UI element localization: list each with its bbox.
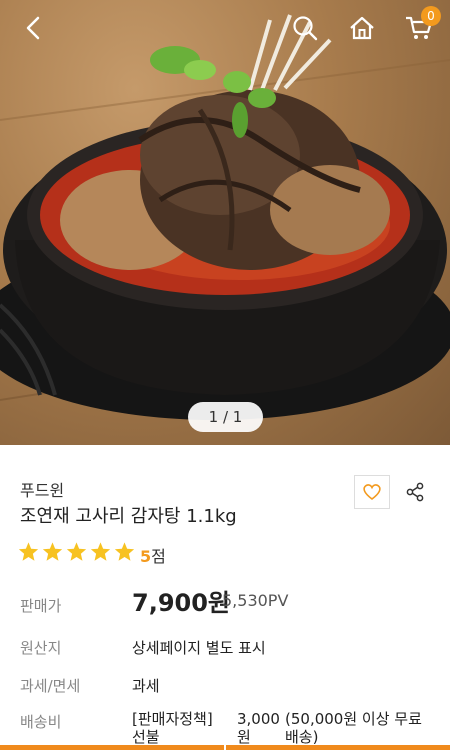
food-photo bbox=[0, 14, 450, 420]
wishlist-button[interactable] bbox=[354, 475, 390, 509]
bottom-action-bar[interactable] bbox=[0, 745, 450, 750]
shipping-label: 배송비 bbox=[20, 713, 62, 731]
origin-value: 상세페이지 별도 표시 bbox=[132, 639, 266, 657]
bottom-bar-left[interactable] bbox=[0, 745, 224, 750]
shipping-note: (50,000원 이상 무료배송) bbox=[285, 710, 422, 746]
rating-score-number: 5 bbox=[140, 547, 152, 566]
top-bar: 0 bbox=[0, 0, 450, 60]
product-name: 조연재 고사리 감자탕 1.1kg bbox=[20, 506, 237, 527]
origin-label: 원산지 bbox=[20, 639, 62, 657]
search-icon bbox=[293, 16, 318, 41]
product-info: 푸드윈 조연재 고사리 감자탕 1.1kg 5점 판매가 7,900원 5,53… bbox=[0, 445, 450, 750]
shipping-policy: [판매자정책] 선불 bbox=[132, 710, 213, 746]
rating-stars bbox=[18, 541, 135, 562]
home-button[interactable] bbox=[344, 10, 380, 46]
share-button[interactable] bbox=[402, 479, 428, 505]
star-icon bbox=[66, 542, 87, 561]
shipping-fee: 3,000원 bbox=[237, 710, 280, 746]
star-icon bbox=[18, 542, 39, 561]
star-icon bbox=[114, 542, 135, 561]
bottom-bar-right[interactable] bbox=[226, 745, 450, 750]
price-label: 판매가 bbox=[20, 597, 62, 615]
rating-score: 5점 bbox=[140, 543, 166, 567]
pv-value: 5,530PV bbox=[222, 591, 289, 610]
star-icon bbox=[42, 542, 63, 561]
star-icon bbox=[90, 542, 111, 561]
chevron-left-icon bbox=[26, 16, 40, 40]
home-icon bbox=[350, 16, 374, 40]
price-value: 7,900원 bbox=[132, 589, 230, 617]
share-icon bbox=[406, 482, 424, 502]
tax-value: 과세 bbox=[132, 677, 160, 695]
heart-icon bbox=[363, 484, 381, 501]
back-button[interactable] bbox=[16, 10, 52, 46]
tax-label: 과세/면세 bbox=[20, 677, 81, 695]
rating-score-unit: 점 bbox=[151, 547, 166, 566]
cart-button[interactable]: 0 bbox=[401, 6, 441, 46]
search-button[interactable] bbox=[287, 10, 323, 46]
cart-count-badge: 0 bbox=[421, 6, 441, 26]
image-page-indicator: 1 / 1 bbox=[188, 402, 263, 432]
product-image[interactable]: 0 1 / 1 bbox=[0, 0, 450, 445]
brand-name[interactable]: 푸드윈 bbox=[20, 477, 64, 501]
